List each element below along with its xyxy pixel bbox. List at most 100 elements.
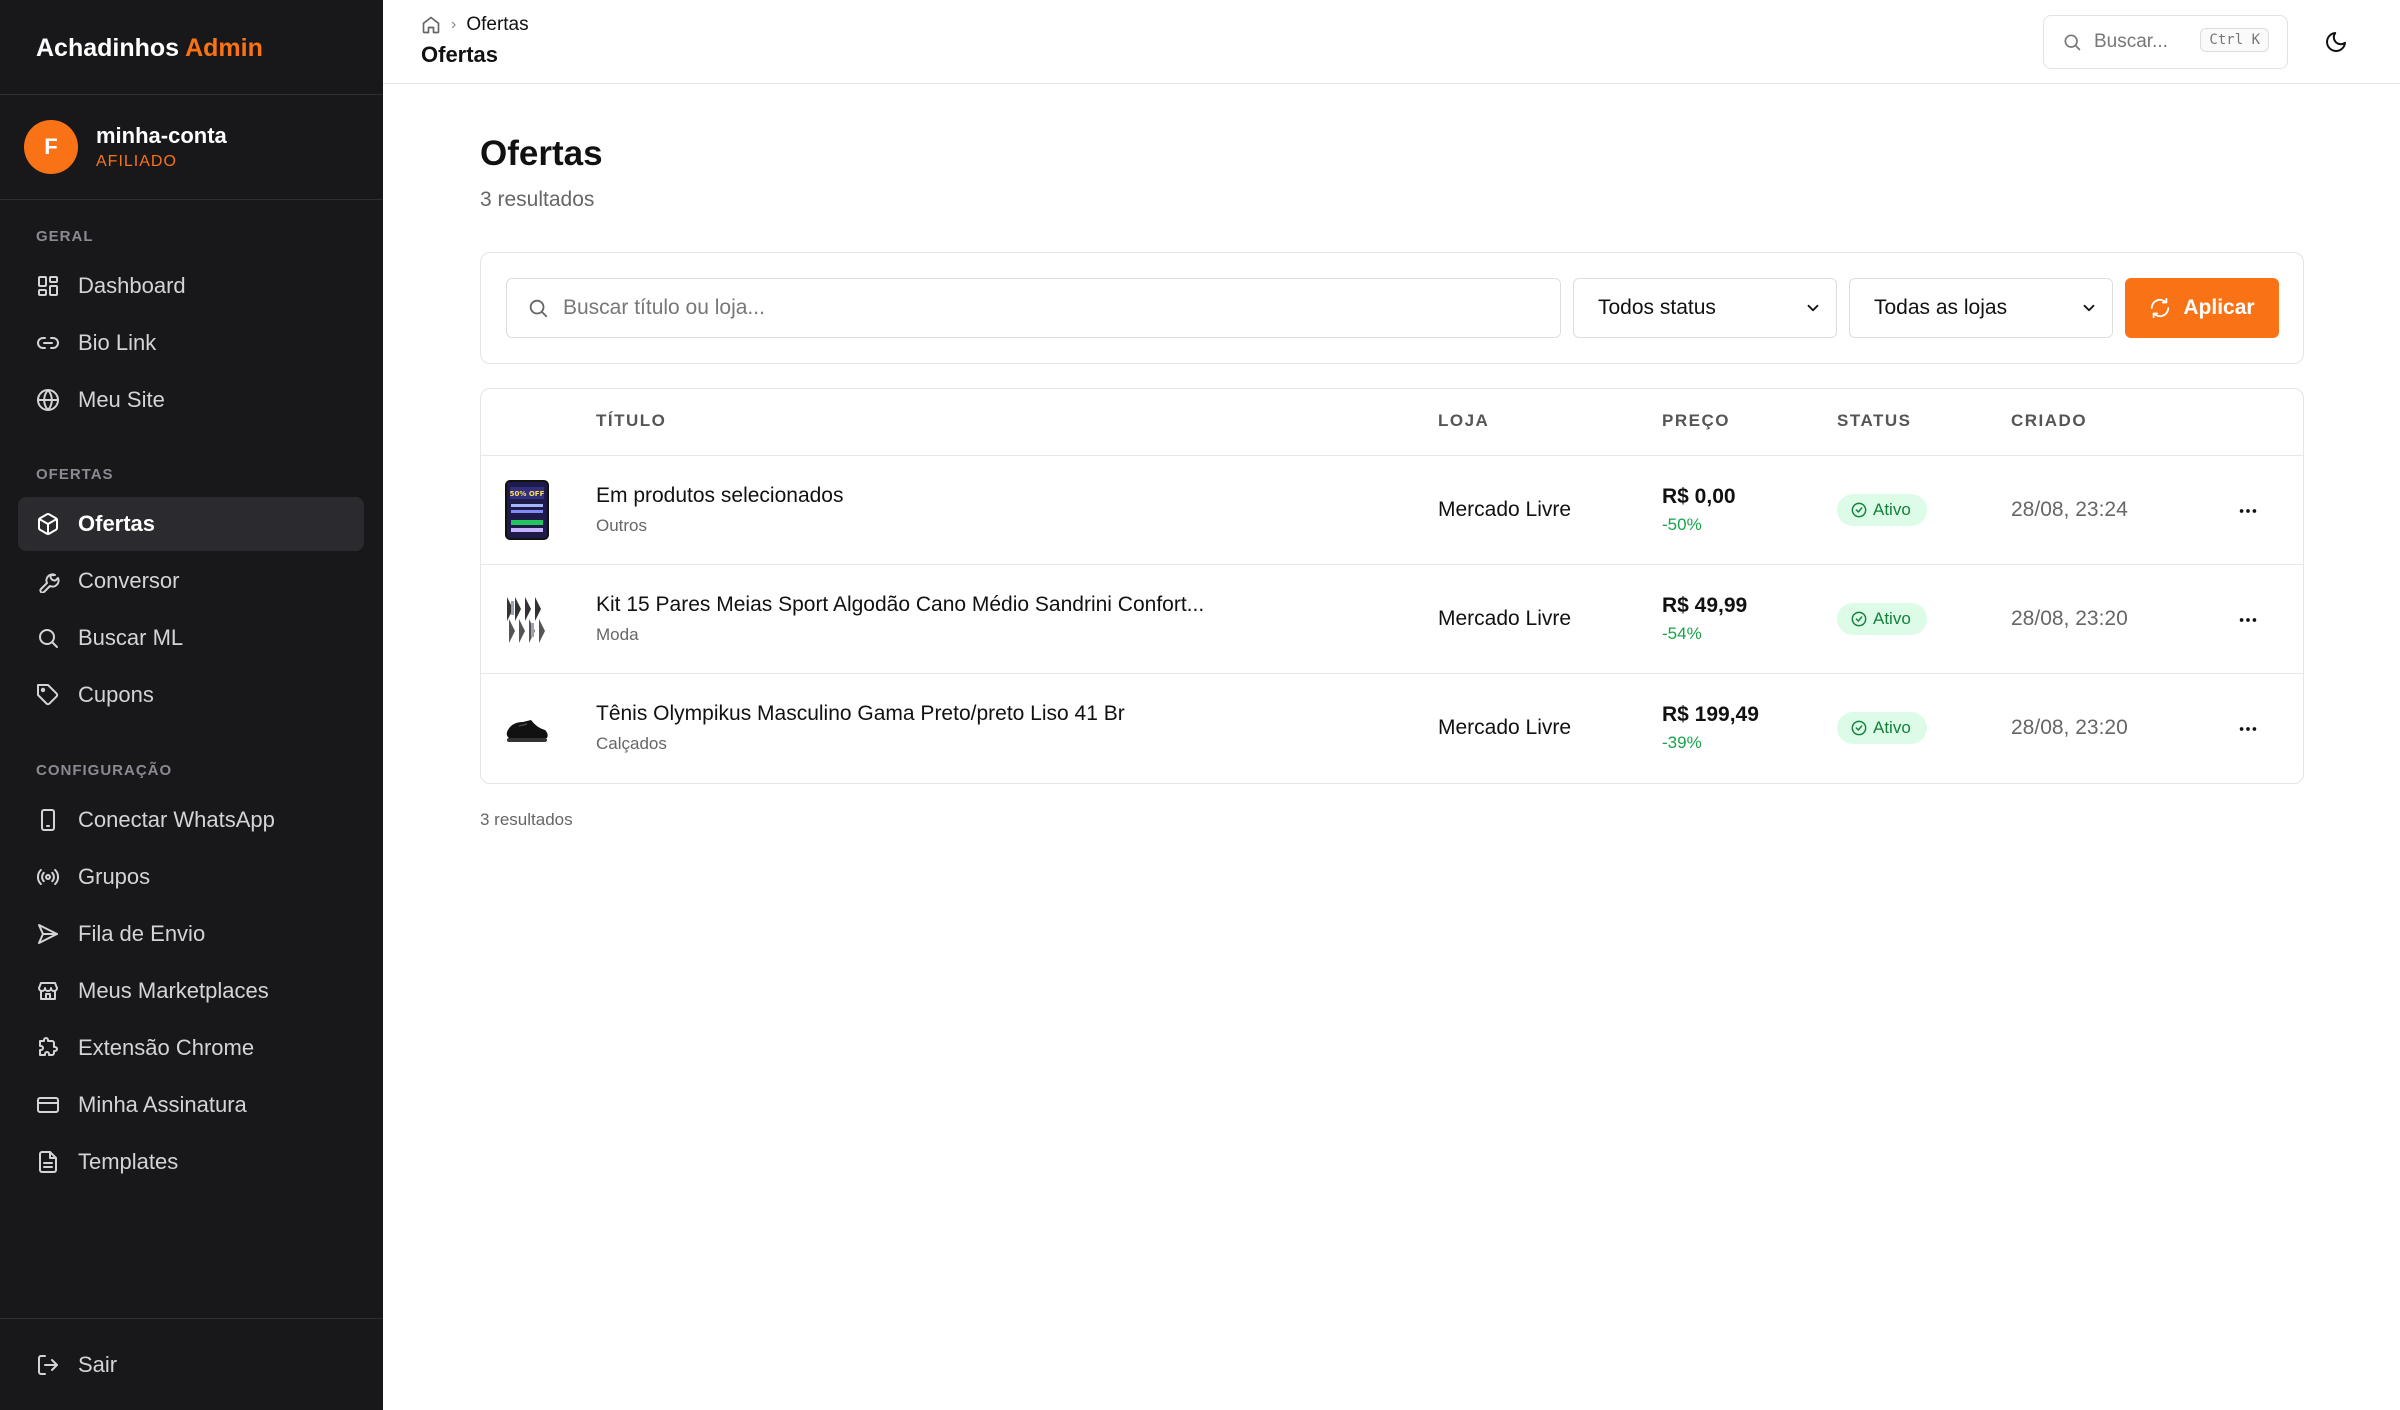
sidebar-item-label: Conversor (78, 568, 180, 593)
more-horizontal-icon (2239, 727, 2257, 731)
sidebar-item-bio-link[interactable]: Bio Link (18, 316, 364, 370)
offer-discount: -50% (1662, 515, 1702, 534)
dashboard-icon (38, 276, 58, 296)
section-label-ofertas: OFERTAS (36, 466, 114, 483)
sidebar-item-label: Templates (78, 1149, 179, 1174)
thumbnail-badge-text: 50% OFF (510, 490, 545, 498)
sidebar-divider (0, 1318, 383, 1319)
row-actions-button[interactable] (2231, 494, 2265, 528)
apply-button[interactable]: Aplicar (2125, 278, 2279, 338)
table-row[interactable]: Tênis Olympikus Masculino Gama Preto/pre… (481, 673, 2303, 782)
theme-toggle-button[interactable] (2320, 26, 2352, 58)
sidebar-item-minha-assinatura[interactable]: Minha Assinatura (18, 1078, 364, 1132)
brand-logo[interactable]: Achadinhos Admin (36, 34, 263, 63)
status-select-value: Todos status (1598, 296, 1716, 319)
offer-title[interactable]: Kit 15 Pares Meias Sport Algodão Cano Mé… (596, 593, 1204, 617)
breadcrumb: › Ofertas (421, 14, 529, 36)
sidebar-item-ofertas[interactable]: Ofertas (18, 497, 364, 551)
results-footer: 3 resultados (480, 810, 573, 829)
offer-store: Mercado Livre (1438, 498, 1572, 521)
sidebar-item-label: Ofertas (78, 511, 156, 536)
table-row[interactable]: 50% OFF Em produtos selecionados Outros … (481, 455, 2303, 564)
column-header-created[interactable]: CRIADO (2011, 411, 2087, 431)
topbar: › Ofertas Ofertas Buscar... Ctrl K (383, 0, 2400, 84)
account-name: minha-conta (96, 123, 227, 148)
sidebar: Achadinhos Admin F minha-conta AFILIADO … (0, 0, 383, 1410)
sidebar-item-label: Cupons (78, 682, 154, 707)
home-icon[interactable] (421, 15, 441, 35)
offer-search-input[interactable] (563, 296, 1523, 320)
product-thumbnail[interactable] (505, 698, 549, 758)
sidebar-item-grupos[interactable]: Grupos (18, 850, 364, 904)
apply-button-label: Aplicar (2183, 296, 2255, 319)
column-header-status[interactable]: STATUS (1837, 411, 1911, 431)
avatar: F (24, 120, 78, 174)
puzzle-icon (39, 1037, 58, 1056)
brand-accent: Admin (185, 34, 263, 62)
logout-icon (38, 1355, 58, 1375)
sidebar-item-label: Extensão Chrome (78, 1035, 255, 1060)
wrench-icon (39, 573, 60, 593)
status-badge-label: Ativo (1873, 609, 1911, 628)
account-role: AFILIADO (96, 153, 177, 170)
status-badge: Ativo (1837, 712, 1927, 744)
row-actions-button[interactable] (2231, 603, 2265, 637)
shortcut-hint: Ctrl K (2200, 28, 2269, 52)
check-circle-icon (1851, 611, 1867, 627)
offer-title[interactable]: Em produtos selecionados (596, 484, 843, 508)
check-circle-icon (1851, 502, 1867, 518)
sidebar-item-label: Buscar ML (78, 625, 184, 650)
sidebar-item-conversor[interactable]: Conversor (18, 554, 364, 608)
sidebar-item-fila-de-envio[interactable]: Fila de Envio (18, 907, 364, 961)
sidebar-item-cupons[interactable]: Cupons (18, 668, 364, 722)
topbar-title: Ofertas (421, 42, 499, 67)
sidebar-item-templates[interactable]: Templates (18, 1135, 364, 1189)
sidebar-item-meus-marketplaces[interactable]: Meus Marketplaces (18, 964, 364, 1018)
store-select[interactable]: Todas as lojas (1849, 278, 2113, 338)
section-label-geral: GERAL (36, 228, 94, 245)
sidebar-item-label: Bio Link (78, 330, 157, 355)
store-select-value: Todas as lojas (1874, 296, 2008, 319)
offer-price: R$ 0,00 (1662, 485, 1736, 508)
breadcrumb-item[interactable]: Ofertas (466, 14, 528, 36)
product-thumbnail[interactable] (505, 589, 549, 649)
column-header-store[interactable]: LOJA (1438, 411, 1489, 431)
logout-button[interactable]: Sair (18, 1338, 364, 1392)
sidebar-item-label: Fila de Envio (78, 921, 206, 946)
offer-discount: -54% (1662, 624, 1702, 643)
chevron-down-icon (2083, 304, 2095, 312)
sidebar-divider (0, 94, 383, 95)
link-icon (37, 337, 59, 349)
check-circle-icon (1851, 720, 1867, 736)
globe-icon (37, 389, 59, 411)
sidebar-item-meu-site[interactable]: Meu Site (18, 373, 364, 427)
offer-title[interactable]: Tênis Olympikus Masculino Gama Preto/pre… (596, 702, 1125, 726)
account-card[interactable]: F minha-conta AFILIADO (24, 120, 227, 174)
row-actions-button[interactable] (2231, 712, 2265, 746)
offers-table: TÍTULO LOJA PREÇO STATUS CRIADO 50% OFF … (480, 388, 2304, 784)
sidebar-item-conectar-whatsapp[interactable]: Conectar WhatsApp (18, 793, 364, 847)
global-search-placeholder: Buscar... (2094, 31, 2168, 52)
offer-discount: -39% (1662, 733, 1702, 752)
column-header-price[interactable]: PREÇO (1662, 411, 1730, 431)
product-thumbnail[interactable]: 50% OFF (505, 480, 549, 540)
global-search[interactable]: Buscar... Ctrl K (2043, 15, 2288, 69)
file-text-icon (39, 1151, 57, 1173)
offer-search[interactable] (506, 278, 1561, 338)
sidebar-item-label: Conectar WhatsApp (78, 807, 275, 832)
column-header-title[interactable]: TÍTULO (596, 411, 666, 431)
sidebar-item-extensao-chrome[interactable]: Extensão Chrome (18, 1021, 364, 1075)
store-icon (38, 982, 58, 1000)
sidebar-divider (0, 199, 383, 200)
offer-created: 28/08, 23:24 (2011, 498, 2128, 521)
sidebar-item-buscar-ml[interactable]: Buscar ML (18, 611, 364, 665)
radio-icon (36, 868, 60, 886)
chevron-down-icon (1807, 304, 1819, 312)
sidebar-item-label: Dashboard (78, 273, 186, 298)
refresh-icon (2151, 297, 2170, 319)
more-horizontal-icon (2239, 618, 2257, 622)
status-select[interactable]: Todos status (1573, 278, 1837, 338)
sidebar-item-dashboard[interactable]: Dashboard (18, 259, 364, 313)
table-row[interactable]: Kit 15 Pares Meias Sport Algodão Cano Mé… (481, 564, 2303, 673)
credit-card-icon (37, 1097, 59, 1113)
